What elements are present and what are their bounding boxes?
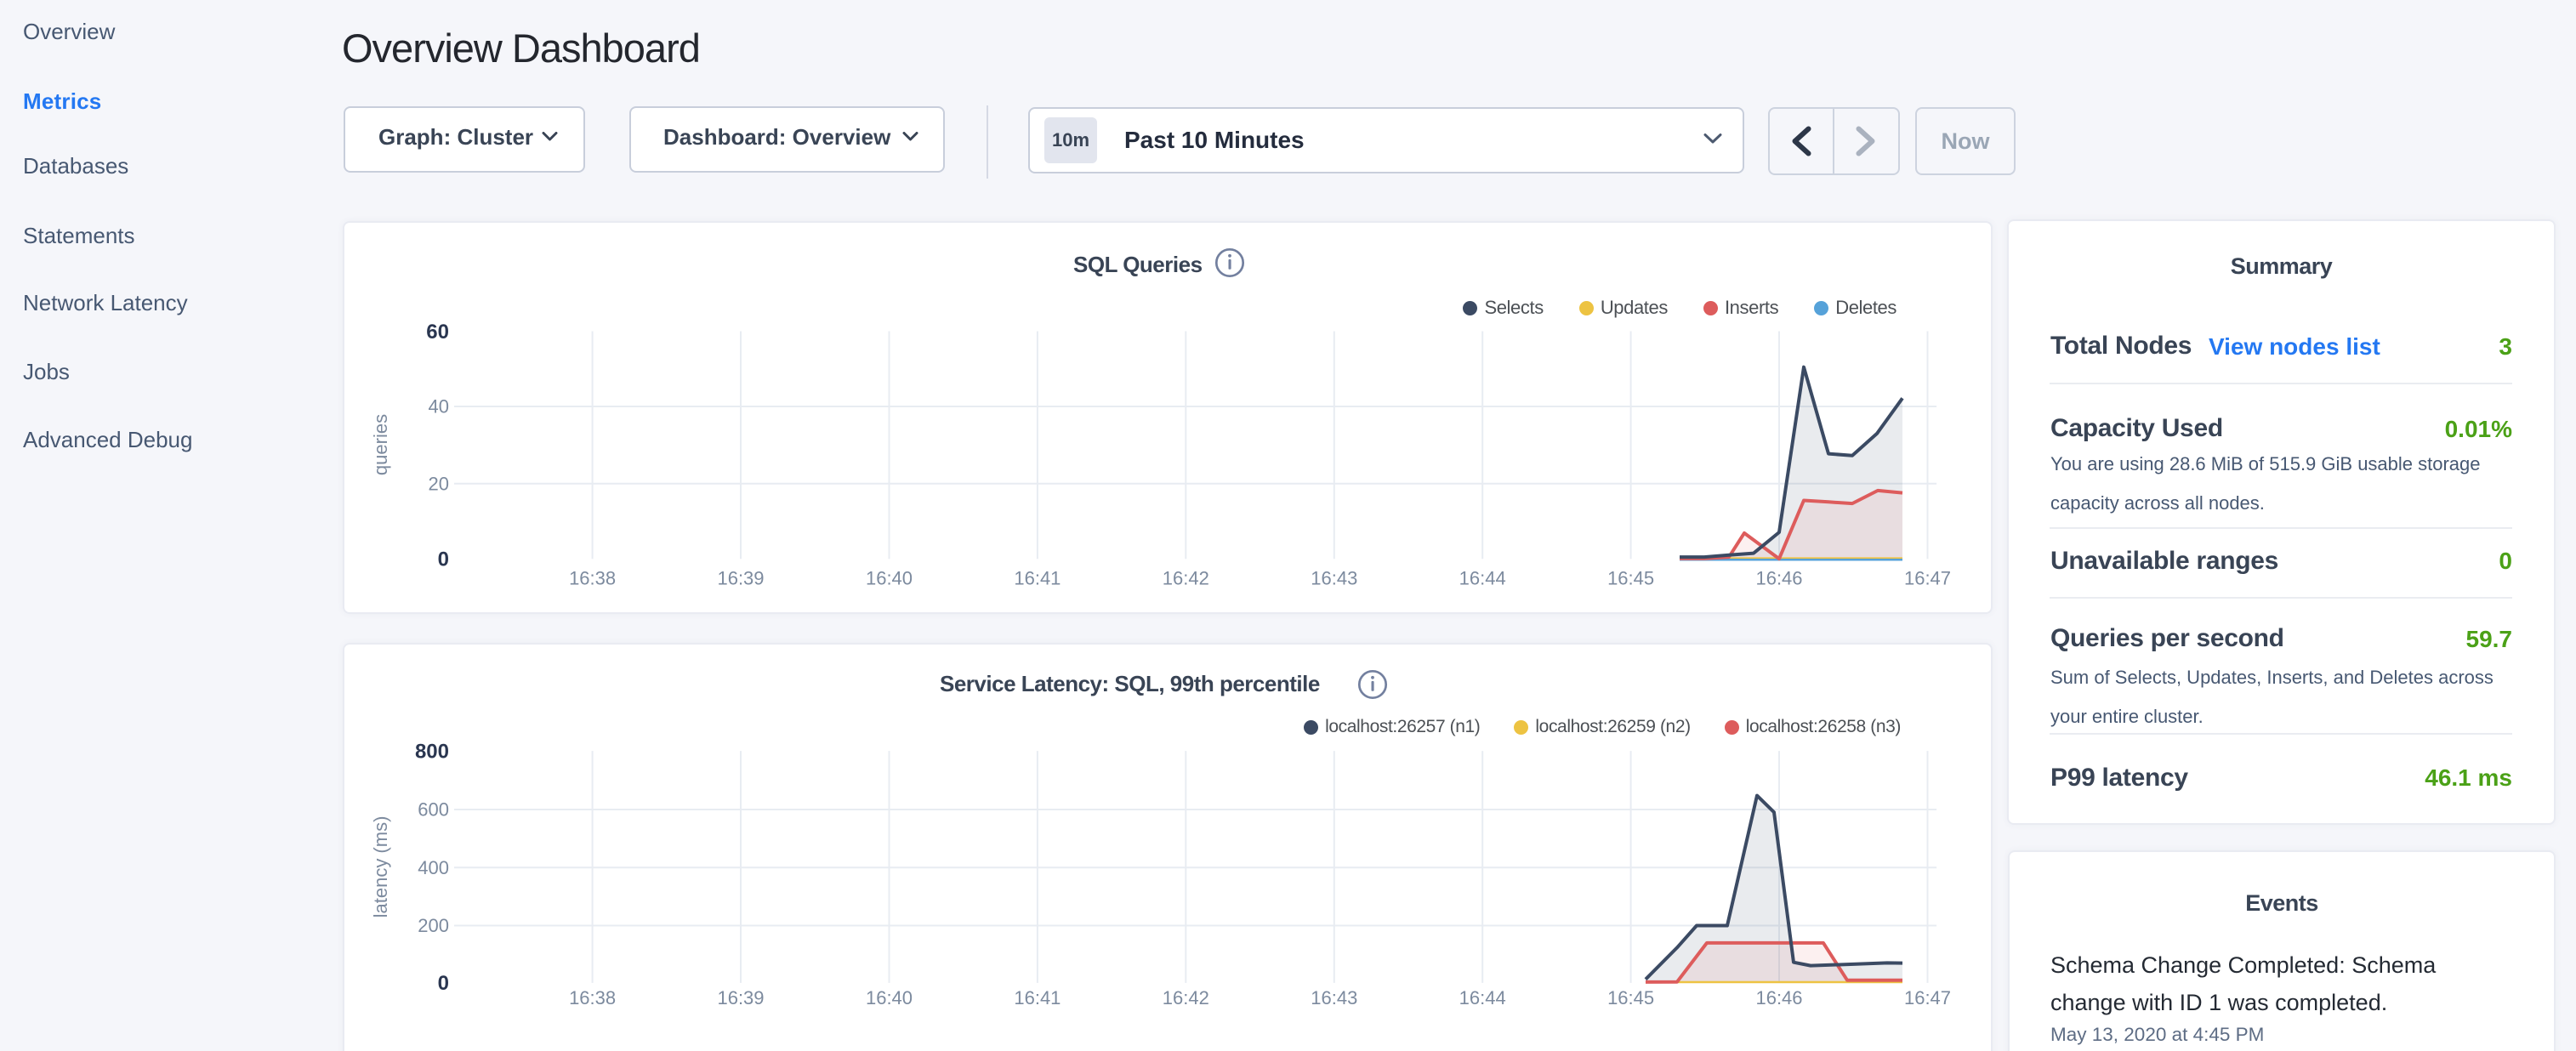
svg-text:800: 800 — [415, 740, 449, 763]
svg-text:16:47: 16:47 — [1904, 987, 1951, 1008]
svg-text:16:41: 16:41 — [1014, 987, 1061, 1008]
svg-text:16:39: 16:39 — [717, 987, 764, 1008]
svg-text:600: 600 — [418, 799, 449, 821]
svg-text:16:40: 16:40 — [866, 568, 913, 589]
svg-text:16:46: 16:46 — [1755, 987, 1802, 1008]
svg-text:200: 200 — [418, 915, 449, 936]
svg-text:40: 40 — [429, 396, 449, 418]
svg-text:16:40: 16:40 — [866, 987, 913, 1008]
svg-text:16:42: 16:42 — [1163, 568, 1209, 589]
svg-text:16:41: 16:41 — [1014, 568, 1061, 589]
svg-text:16:47: 16:47 — [1904, 568, 1951, 589]
svg-text:60: 60 — [426, 321, 449, 344]
svg-text:16:42: 16:42 — [1163, 987, 1209, 1008]
svg-text:0: 0 — [438, 972, 449, 995]
svg-text:16:38: 16:38 — [569, 987, 616, 1008]
svg-text:16:43: 16:43 — [1311, 987, 1357, 1008]
svg-text:16:45: 16:45 — [1607, 568, 1654, 589]
svg-text:16:44: 16:44 — [1459, 568, 1506, 589]
svg-text:16:39: 16:39 — [717, 568, 764, 589]
svg-text:0: 0 — [438, 548, 449, 571]
svg-text:16:43: 16:43 — [1311, 568, 1357, 589]
svg-text:400: 400 — [418, 857, 449, 878]
svg-text:queries: queries — [370, 414, 391, 475]
svg-text:16:45: 16:45 — [1607, 987, 1654, 1008]
svg-text:20: 20 — [429, 473, 449, 494]
svg-text:latency (ms): latency (ms) — [370, 816, 391, 918]
svg-text:16:38: 16:38 — [569, 568, 616, 589]
svg-text:16:46: 16:46 — [1755, 568, 1802, 589]
svg-text:16:44: 16:44 — [1459, 987, 1506, 1008]
